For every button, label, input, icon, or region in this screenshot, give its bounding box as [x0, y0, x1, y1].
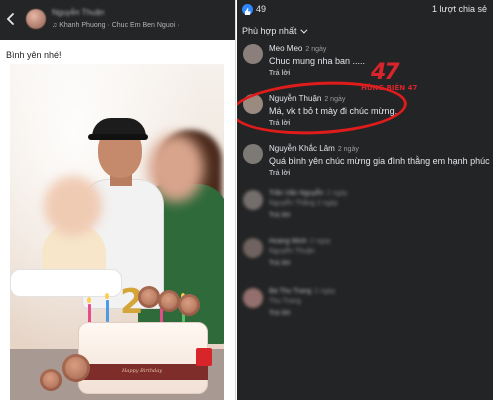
rose-decoration — [158, 290, 180, 312]
comment-author[interactable]: Nguyễn Khắc Lâm — [269, 144, 335, 153]
song-line[interactable]: ♫ Khanh Phuong · Chuc Em Ben Nguoi · — [52, 22, 179, 29]
comment-time[interactable]: 2 ngày — [310, 238, 331, 245]
cake-topper — [196, 348, 212, 366]
like-count[interactable]: 49 — [256, 4, 266, 14]
post-panel: Nguyễn Thuận ♫ Khanh Phuong · Chuc Em Be… — [0, 0, 236, 400]
like-icon[interactable] — [242, 4, 253, 15]
family-photo[interactable]: 2 Happy Birthday — [10, 64, 224, 400]
comment-time[interactable]: 2 ngày — [314, 288, 335, 295]
comment-text: Chuc mung nha ban ..... — [269, 56, 366, 66]
back-arrow-icon[interactable] — [4, 12, 18, 26]
baby-face-blurred — [44, 176, 102, 236]
comment-author[interactable]: Hoàng Minh — [269, 238, 307, 245]
post-caption: Bình yên nhé! — [6, 50, 62, 60]
comment-text: Quá bình yên chúc mừng gia đình thằng em… — [269, 156, 490, 166]
comment-time[interactable]: 2 ngày — [338, 146, 359, 153]
cake-band-text: Happy Birthday — [122, 368, 163, 374]
post-header: Nguyễn Thuận ♫ Khanh Phuong · Chuc Em Be… — [0, 0, 235, 40]
reply-link[interactable]: Trả lời — [269, 212, 290, 219]
comment-time[interactable]: 2 ngày — [327, 190, 348, 197]
chevron-down-icon — [300, 26, 308, 34]
comment-time[interactable]: 2 ngày — [305, 46, 326, 53]
share-count[interactable]: 1 lượt chia sẻ — [432, 4, 487, 14]
watermark-logo: 47 HÙNG BIÊN 47 — [361, 60, 431, 96]
reaction-stats: 49 1 lượt chia sẻ — [237, 0, 493, 20]
comment-author[interactable]: Trần Văn Nguyễn — [269, 190, 324, 197]
rose-decoration — [178, 294, 200, 316]
avatar[interactable] — [243, 238, 263, 258]
birthday-cake — [78, 322, 208, 394]
reply-link[interactable]: Trả lời — [269, 260, 290, 267]
comment-author[interactable]: Bà Thu Trang — [269, 288, 311, 295]
avatar[interactable] — [243, 144, 263, 164]
comment-text: Thu Trang — [269, 298, 301, 305]
comments-panel: 49 1 lượt chia sẻ Phù hợp nhất Meo Meo 2 … — [237, 0, 493, 400]
comment-text: Nguyễn Thắng 2 ngày — [269, 200, 338, 207]
watermark-mark: 47 — [371, 60, 400, 85]
reply-link[interactable]: Trả lời — [269, 310, 290, 317]
avatar[interactable] — [243, 288, 263, 308]
comment-author[interactable]: Meo Meo — [269, 44, 302, 53]
rose-decoration — [62, 354, 90, 382]
rose-decoration — [138, 286, 160, 308]
watermark-text: HÙNG BIÊN 47 — [361, 84, 418, 92]
author-name[interactable]: Nguyễn Thuận — [52, 8, 104, 17]
avatar[interactable] — [243, 190, 263, 210]
comment-text: Nguyễn Thuận — [269, 248, 315, 255]
author-avatar[interactable] — [26, 9, 46, 29]
sort-label: Phù hợp nhất — [242, 26, 297, 36]
candle — [106, 300, 109, 322]
reply-link[interactable]: Trả lời — [269, 70, 290, 77]
rose-decoration — [40, 369, 62, 391]
reply-link[interactable]: Trả lời — [269, 170, 290, 177]
sort-dropdown[interactable]: Phù hợp nhất — [242, 26, 308, 36]
avatar[interactable] — [243, 44, 263, 64]
